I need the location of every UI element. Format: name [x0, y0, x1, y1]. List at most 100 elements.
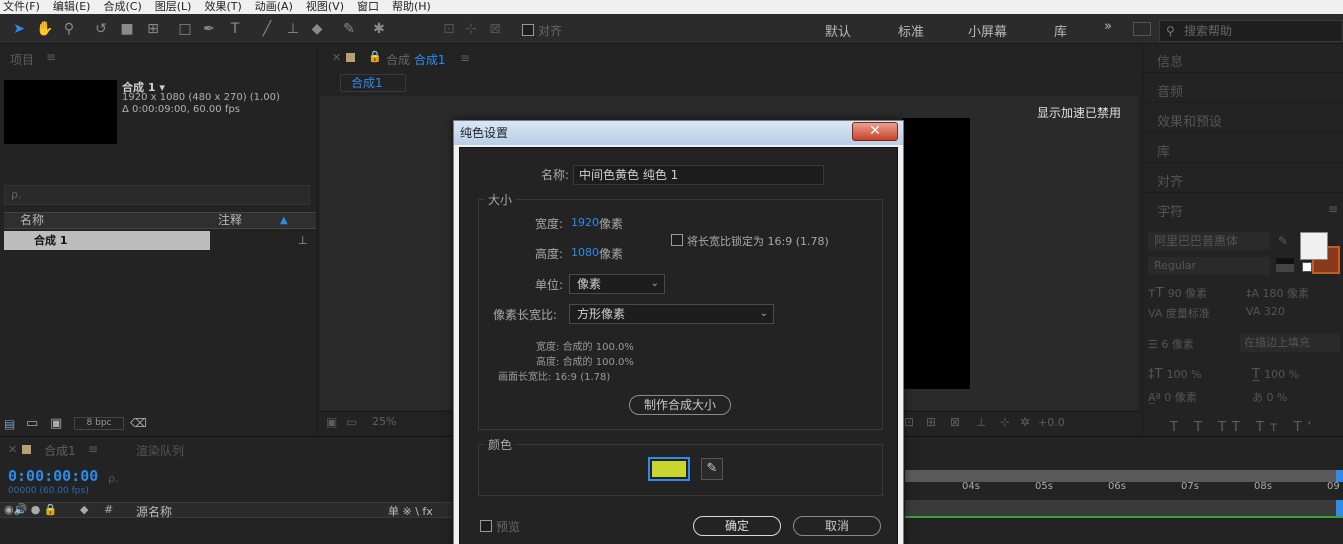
camera-tool-icon[interactable]: ■	[118, 20, 136, 38]
panel-menu-icon[interactable]: ≡	[46, 50, 56, 64]
tracking-field[interactable]: VA 320	[1246, 305, 1285, 318]
rectangle-tool-icon[interactable]: □	[176, 20, 194, 38]
roto-brush-tool-icon[interactable]: ✎	[340, 20, 358, 38]
font-style-select[interactable]: Regular	[1148, 257, 1270, 275]
help-search-input[interactable]: ⚲ 搜索帮助	[1159, 20, 1343, 42]
fill-color-swatch[interactable]	[1300, 232, 1328, 260]
menu-layer[interactable]: 图层(L)	[155, 0, 192, 13]
3d-view-icon[interactable]: ⊠	[950, 415, 960, 429]
align-checkbox[interactable]	[522, 24, 534, 36]
trash-icon[interactable]: ⌫	[130, 416, 147, 430]
color-swatch-frame[interactable]	[648, 457, 690, 481]
panel-character[interactable]: 字符	[1157, 201, 1183, 220]
zoom-dropdown[interactable]: 25%	[372, 415, 396, 428]
name-input[interactable]: 中间色黄色 纯色 1	[573, 165, 824, 185]
pan-behind-tool-icon[interactable]: ⊞	[144, 20, 162, 38]
units-select[interactable]: 像素 ⌄	[569, 274, 665, 294]
baseline-shift-field[interactable]: A̲ª 0 像素	[1148, 389, 1197, 405]
flowchart-view-icon[interactable]: ⊹	[1000, 415, 1010, 429]
stroke-mode-select[interactable]: 在描边上填充	[1240, 334, 1340, 352]
dialog-title[interactable]: 纯色设置	[454, 121, 903, 145]
panel-align[interactable]: 对齐	[1157, 171, 1183, 190]
label-icon[interactable]: ◆	[80, 503, 88, 516]
eyedropper-button[interactable]: ✎	[701, 458, 723, 480]
hand-tool-icon[interactable]: ✋	[36, 20, 54, 38]
puppet-tool-icon[interactable]: ✱	[370, 20, 388, 38]
brush-tool-icon[interactable]: ╱	[258, 20, 276, 38]
font-family-select[interactable]: 阿里巴巴普惠体	[1148, 232, 1270, 250]
menu-animation[interactable]: 动画(A)	[255, 0, 293, 13]
current-timecode[interactable]: 0:00:00:00	[8, 467, 98, 485]
eraser-tool-icon[interactable]: ◆	[308, 20, 326, 38]
column-comment[interactable]: 注释	[218, 213, 242, 228]
height-value[interactable]: 1080	[571, 246, 599, 259]
transparency-grid-icon[interactable]: ⊞	[926, 415, 936, 429]
vertical-scale-field[interactable]: ‡T 100 %	[1148, 367, 1202, 382]
character-menu-icon[interactable]: ≡	[1328, 202, 1338, 216]
timeline-tab-comp[interactable]: 合成1	[44, 442, 76, 459]
ok-button[interactable]: 确定	[693, 516, 781, 536]
pen-tool-icon[interactable]: ✒	[200, 20, 218, 38]
comp-panel-menu-icon[interactable]: ≡	[460, 51, 470, 65]
timeline-tab-render-queue[interactable]: 渲染队列	[136, 442, 184, 459]
stroke-width-field[interactable]: ☰ 6 像素	[1148, 336, 1194, 352]
workspace-default[interactable]: 默认	[825, 21, 851, 40]
color-swatch[interactable]	[652, 461, 686, 477]
interpret-footage-icon[interactable]: ▤	[4, 417, 15, 431]
cancel-button[interactable]: 取消	[793, 516, 881, 536]
no-color-swatch[interactable]	[1302, 262, 1312, 272]
pixel-aspect-select[interactable]: 方形像素 ⌄	[569, 304, 774, 324]
flowchart-icon[interactable]: ⊥	[298, 234, 308, 247]
menu-view[interactable]: 视图(V)	[306, 0, 344, 13]
workspace-small-screen[interactable]: 小屏幕	[968, 21, 1007, 40]
panel-libraries[interactable]: 库	[1157, 141, 1170, 160]
font-size-field[interactable]: ᴛT 90 像素	[1148, 285, 1207, 301]
make-comp-size-button[interactable]: 制作合成大小	[629, 395, 731, 415]
world-axis-icon[interactable]: ⊹	[462, 20, 480, 38]
timeline-search-input[interactable]: ρ.	[104, 472, 444, 492]
switches-icons[interactable]: 单 ※ \ fx	[388, 503, 433, 519]
workspace-standard[interactable]: 标准	[898, 21, 924, 40]
black-white-swatch[interactable]	[1276, 258, 1294, 272]
column-name[interactable]: 名称	[20, 213, 44, 228]
menu-edit[interactable]: 编辑(E)	[53, 0, 91, 13]
sort-ascending-icon[interactable]: ▲	[280, 213, 288, 228]
selection-tool-icon[interactable]: ➤	[10, 20, 28, 38]
comp-breadcrumb[interactable]: 合成1	[340, 74, 406, 92]
timeline-icon[interactable]: ⊥	[976, 415, 986, 429]
panel-effects-presets[interactable]: 效果和预设	[1157, 111, 1222, 130]
tsume-field[interactable]: あ 0 %	[1252, 389, 1287, 405]
menu-composition[interactable]: 合成(C)	[103, 0, 141, 13]
width-value[interactable]: 1920	[571, 216, 599, 229]
preview-checkbox[interactable]	[480, 520, 492, 532]
playhead-end[interactable]	[1336, 500, 1343, 516]
workspace-overflow-icon[interactable]: »	[1104, 19, 1112, 34]
show-channel-icon[interactable]: ▭	[346, 415, 357, 429]
view-axis-icon[interactable]: ⊠	[486, 20, 504, 38]
eyedropper-icon[interactable]: ✎	[1278, 234, 1288, 248]
zoom-tool-icon[interactable]: ⚲	[60, 20, 78, 38]
dialog-close-button[interactable]: ✕	[852, 122, 898, 141]
column-hash[interactable]: #	[104, 503, 113, 516]
menu-window[interactable]: 窗口	[357, 0, 379, 13]
clone-stamp-tool-icon[interactable]: ⊥	[284, 20, 302, 38]
new-composition-icon[interactable]: ▣	[50, 416, 62, 431]
close-timeline-tab-icon[interactable]: ✕	[8, 443, 17, 456]
lock-icon[interactable]: 🔒	[368, 50, 382, 63]
lock-aspect-checkbox[interactable]	[671, 234, 683, 246]
timeline-menu-icon[interactable]: ≡	[88, 442, 98, 456]
comp-tab-label[interactable]: 合成 合成1	[386, 51, 445, 68]
layer-track-area[interactable]	[905, 500, 1343, 516]
exposure-value[interactable]: +0.0	[1038, 416, 1065, 429]
project-item-row[interactable]: 合成 1	[4, 231, 210, 250]
panel-audio[interactable]: 音频	[1157, 81, 1183, 100]
region-of-interest-icon[interactable]: ⊡	[904, 415, 914, 429]
bpc-toggle[interactable]: 8 bpc	[74, 417, 124, 430]
project-search-input[interactable]: ρ.	[4, 185, 310, 205]
text-tool-icon[interactable]: T	[226, 20, 244, 38]
kerning-field[interactable]: VA 度量标准	[1148, 305, 1210, 321]
close-tab-icon[interactable]: ✕	[332, 51, 341, 64]
menu-help[interactable]: 帮助(H)	[392, 0, 431, 13]
work-area-end-handle[interactable]	[1336, 470, 1343, 482]
local-axis-icon[interactable]: ⊡	[440, 20, 458, 38]
